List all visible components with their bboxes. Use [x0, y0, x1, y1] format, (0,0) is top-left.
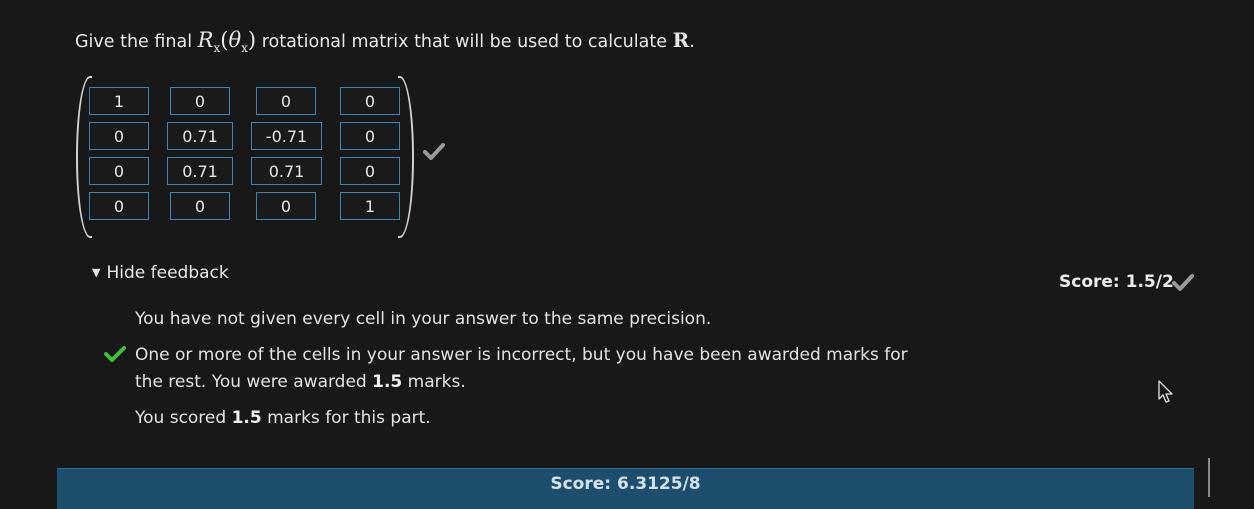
matrix-input: 1 0 0 0 0 0.71 -0.71 0 0 0.71 0.71 0 0 0…: [72, 76, 417, 238]
matrix-cell-r1-c2[interactable]: -0.71: [251, 122, 322, 150]
matrix-cell-r0-c2[interactable]: 0: [256, 87, 316, 115]
matrix-cell-r3-c1[interactable]: 0: [170, 192, 230, 220]
question-prefix: Give the final: [75, 32, 193, 52]
matrix-cell-r2-c2[interactable]: 0.71: [251, 157, 322, 185]
hide-feedback-label: Hide feedback: [106, 263, 229, 283]
check-icon: [1172, 274, 1194, 291]
check-icon: [423, 143, 445, 160]
hide-feedback-toggle[interactable]: ▼ Hide feedback: [92, 263, 229, 283]
scored-marks: 1.5: [231, 408, 262, 428]
matrix-cell-r0-c3[interactable]: 0: [340, 87, 400, 115]
matrix-cell-r1-c1[interactable]: 0.71: [167, 122, 233, 150]
matrix-cell-r3-c0[interactable]: 0: [89, 192, 149, 220]
right-parenthesis: [398, 76, 414, 238]
target-symbol: R: [672, 28, 690, 52]
awarded-marks: 1.5: [372, 372, 403, 392]
question-text: Give the final Rx(θx) rotational matrix …: [75, 28, 695, 56]
part-score-feedback: You scored 1.5 marks for this part.: [135, 408, 431, 428]
part-score: Score: 1.5/2: [1059, 272, 1174, 292]
matrix-cell-r1-c0[interactable]: 0: [89, 122, 149, 150]
total-score-label: Score: 6.3125/8: [550, 474, 701, 494]
total-score-bar: Score: 6.3125/8: [57, 468, 1194, 509]
mouse-pointer-icon: [1158, 380, 1173, 403]
triangle-down-icon: ▼: [92, 266, 101, 279]
matrix-cell-r2-c1[interactable]: 0.71: [167, 157, 233, 185]
matrix-cell-r3-c3[interactable]: 1: [340, 192, 400, 220]
matrix-cell-r1-c3[interactable]: 0: [340, 122, 400, 150]
check-icon: [104, 346, 126, 362]
rotation-symbol: Rx(θx): [197, 28, 257, 56]
matrix-cell-r2-c3[interactable]: 0: [340, 157, 400, 185]
scrollbar[interactable]: [1208, 458, 1210, 497]
partial-credit-feedback: One or more of the cells in your answer …: [135, 345, 908, 392]
matrix-cell-r0-c0[interactable]: 1: [89, 87, 149, 115]
question-suffix: rotational matrix that will be used to c…: [261, 32, 667, 52]
matrix-cell-r3-c2[interactable]: 0: [256, 192, 316, 220]
matrix-cell-r2-c0[interactable]: 0: [89, 157, 149, 185]
precision-feedback: You have not given every cell in your an…: [135, 309, 712, 329]
matrix-cell-r0-c1[interactable]: 0: [170, 87, 230, 115]
